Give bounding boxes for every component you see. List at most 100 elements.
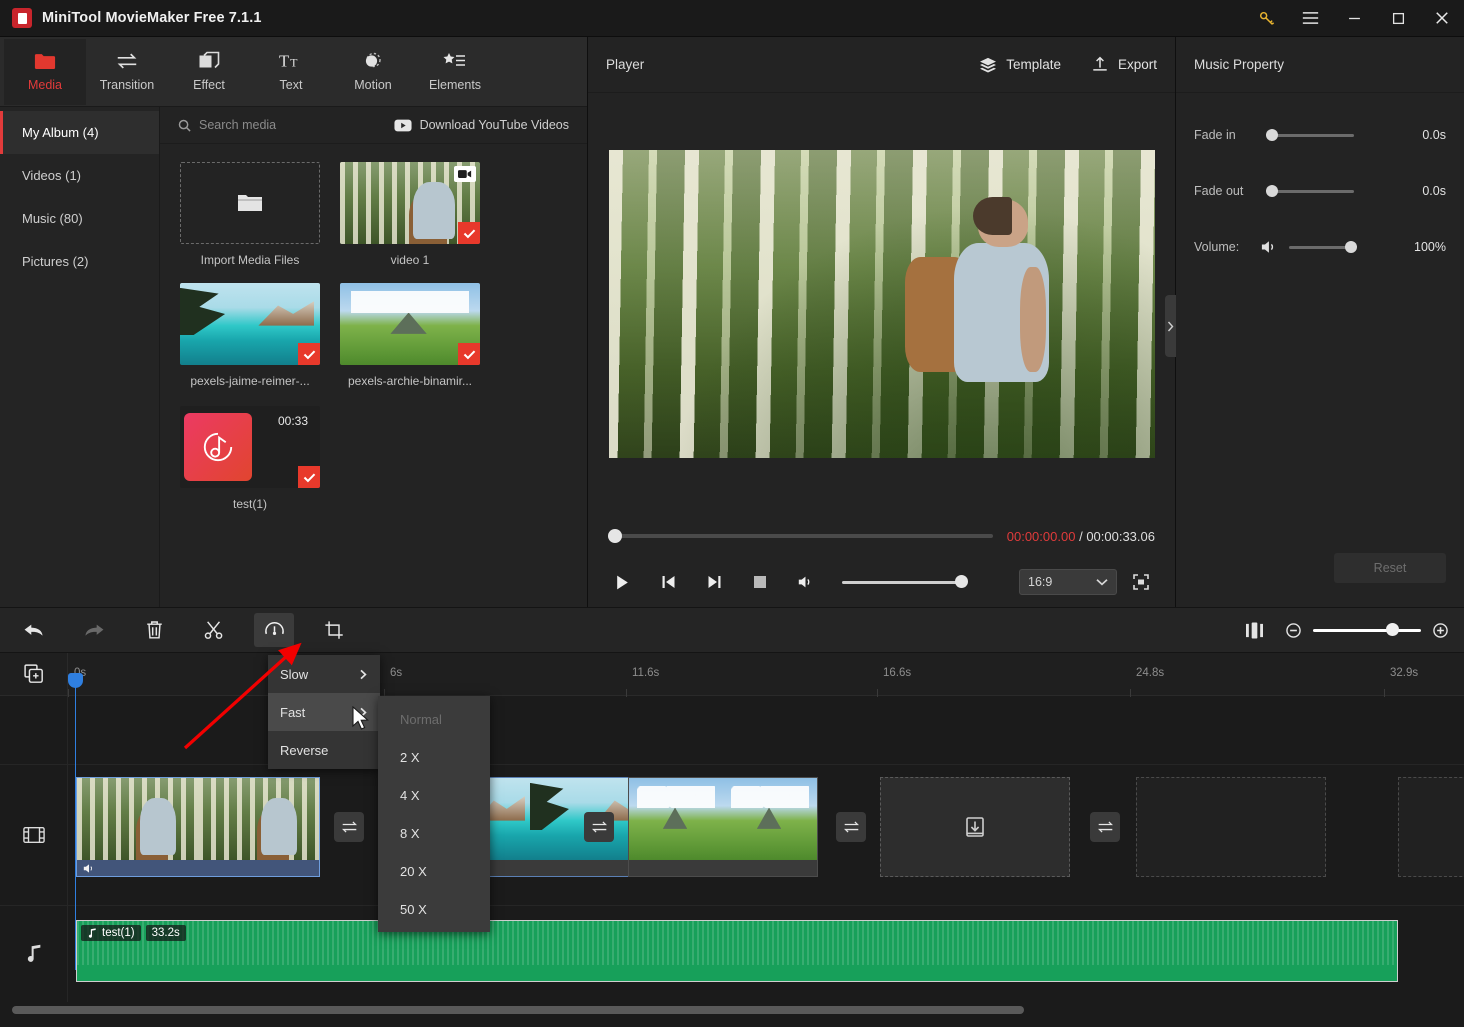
media-item-pexels-jaime-reimer[interactable]: pexels-jaime-reimer-...	[180, 283, 320, 388]
timeline-transition-4[interactable]	[1090, 812, 1120, 842]
media-item-caption: pexels-archie-binamir...	[347, 374, 473, 388]
player-volume-knob[interactable]	[955, 575, 968, 588]
category-videos[interactable]: Videos (1)	[0, 154, 159, 197]
timeline-track-audio[interactable]: test(1) 33.2s	[0, 906, 1464, 1002]
selected-check-icon[interactable]	[458, 343, 480, 365]
timeline-track-empty[interactable]	[0, 696, 1464, 765]
download-youtube-videos-button[interactable]: Download YouTube Videos	[394, 118, 569, 132]
import-media-tile[interactable]: Import Media Files	[180, 162, 320, 267]
submenu-item-50x[interactable]: 50 X	[378, 890, 490, 928]
fullscreen-button[interactable]	[1127, 568, 1155, 596]
tab-motion[interactable]: Motion	[332, 39, 414, 105]
template-button[interactable]: Template	[979, 57, 1061, 73]
next-frame-button[interactable]	[700, 568, 728, 596]
timeline-audio-clip[interactable]: test(1) 33.2s	[76, 920, 1398, 982]
export-button[interactable]: Export	[1091, 56, 1157, 73]
selected-check-icon[interactable]	[298, 466, 320, 488]
volume-slider[interactable]	[1289, 240, 1357, 253]
timeline-transition-2[interactable]	[584, 812, 614, 842]
seek-knob[interactable]	[608, 529, 622, 543]
seek-bar[interactable]	[608, 529, 993, 543]
svg-text:T: T	[279, 52, 289, 71]
media-item-pexels-archie-binamir[interactable]: pexels-archie-binamir...	[340, 283, 480, 388]
redo-button[interactable]	[74, 613, 114, 647]
undo-button[interactable]	[14, 613, 54, 647]
timeline-ruler[interactable]: 0s 6s 11.6s 16.6s 24.8s 32.9s	[0, 652, 1464, 697]
submenu-item-4x[interactable]: 4 X	[378, 776, 490, 814]
track-body-video[interactable]	[68, 765, 1464, 905]
reset-button[interactable]: Reset	[1334, 553, 1446, 583]
track-body-audio[interactable]: test(1) 33.2s	[68, 906, 1464, 1002]
timeline-clip-empty-2[interactable]	[1398, 777, 1464, 877]
player-stage	[588, 93, 1175, 515]
prev-frame-button[interactable]	[654, 568, 682, 596]
timeline-track-video[interactable]	[0, 765, 1464, 906]
media-item-test1-audio[interactable]: 00:33 test(1)	[180, 406, 320, 511]
clip-audio-toggle[interactable]	[77, 860, 319, 876]
hamburger-menu-icon[interactable]	[1288, 0, 1332, 37]
split-button[interactable]	[194, 613, 234, 647]
key-icon[interactable]	[1244, 0, 1288, 37]
tab-elements[interactable]: Elements	[414, 39, 496, 105]
time-separator: /	[1079, 528, 1083, 544]
media-item-video1[interactable]: video 1	[340, 162, 480, 267]
timeline-zoom-knob[interactable]	[1386, 623, 1400, 636]
maximize-icon[interactable]	[1376, 0, 1420, 37]
timeline-transition-1[interactable]	[334, 812, 364, 842]
tab-media[interactable]: Media	[4, 38, 86, 105]
submenu-item-2x[interactable]: 2 X	[378, 738, 490, 776]
menu-item-slow[interactable]: Slow	[268, 655, 380, 693]
audio-clip-duration: 33.2s	[145, 925, 186, 941]
video-preview[interactable]	[608, 150, 1155, 458]
play-button[interactable]	[608, 568, 636, 596]
elements-star-list-icon	[443, 53, 465, 66]
fade-in-knob[interactable]	[1266, 128, 1278, 141]
menu-item-reverse[interactable]: Reverse	[268, 731, 380, 769]
fade-out-knob[interactable]	[1266, 184, 1278, 197]
speaker-icon[interactable]	[1260, 239, 1279, 255]
close-icon[interactable]	[1420, 0, 1464, 37]
tab-effect[interactable]: Effect	[168, 39, 250, 105]
crop-button[interactable]	[314, 613, 354, 647]
transition-icon	[341, 821, 357, 833]
timeline-horizontal-scrollbar[interactable]	[0, 1006, 1464, 1014]
submenu-item-8x[interactable]: 8 X	[378, 814, 490, 852]
selected-check-icon[interactable]	[298, 343, 320, 365]
timeline-clip-forest[interactable]	[76, 777, 320, 877]
delete-button[interactable]	[134, 613, 174, 647]
timeline-transition-3[interactable]	[836, 812, 866, 842]
fade-in-slider[interactable]	[1266, 128, 1354, 141]
player-volume-slider[interactable]	[842, 575, 968, 588]
tab-text-label: Text	[279, 78, 303, 92]
aspect-ratio-select[interactable]: 16:9	[1019, 569, 1117, 595]
volume-button[interactable]	[792, 568, 820, 596]
volume-knob[interactable]	[1345, 240, 1357, 253]
speed-button[interactable]	[254, 613, 294, 647]
submenu-item-20x[interactable]: 20 X	[378, 852, 490, 890]
scrollbar-thumb[interactable]	[12, 1006, 1024, 1014]
zoom-in-icon[interactable]	[1433, 622, 1448, 638]
fit-to-window-button[interactable]	[1234, 613, 1274, 647]
selected-check-icon[interactable]	[458, 222, 480, 244]
minimize-icon[interactable]	[1332, 0, 1376, 37]
tab-text[interactable]: T T Text	[250, 39, 332, 105]
category-pictures[interactable]: Pictures (2)	[0, 240, 159, 283]
add-media-track-button[interactable]	[0, 652, 68, 696]
template-layers-icon	[980, 57, 997, 72]
category-my-album[interactable]: My Album (4)	[0, 111, 159, 154]
zoom-out-icon[interactable]	[1286, 622, 1301, 638]
tab-transition[interactable]: Transition	[86, 39, 168, 105]
timeline-clip-placeholder[interactable]	[880, 777, 1070, 877]
search-media[interactable]	[178, 118, 389, 132]
search-input[interactable]	[199, 118, 389, 132]
collapse-property-panel-handle[interactable]	[1165, 295, 1176, 357]
timeline-zoom-slider[interactable]	[1313, 623, 1421, 636]
mouse-cursor	[352, 706, 369, 730]
submenu-item-normal[interactable]: Normal	[378, 700, 490, 738]
timeline-clip-field[interactable]	[628, 777, 818, 877]
stop-button[interactable]	[746, 568, 774, 596]
timeline-playhead[interactable]	[68, 673, 83, 970]
timeline-clip-empty-1[interactable]	[1136, 777, 1326, 877]
fade-out-slider[interactable]	[1266, 184, 1354, 197]
category-music[interactable]: Music (80)	[0, 197, 159, 240]
